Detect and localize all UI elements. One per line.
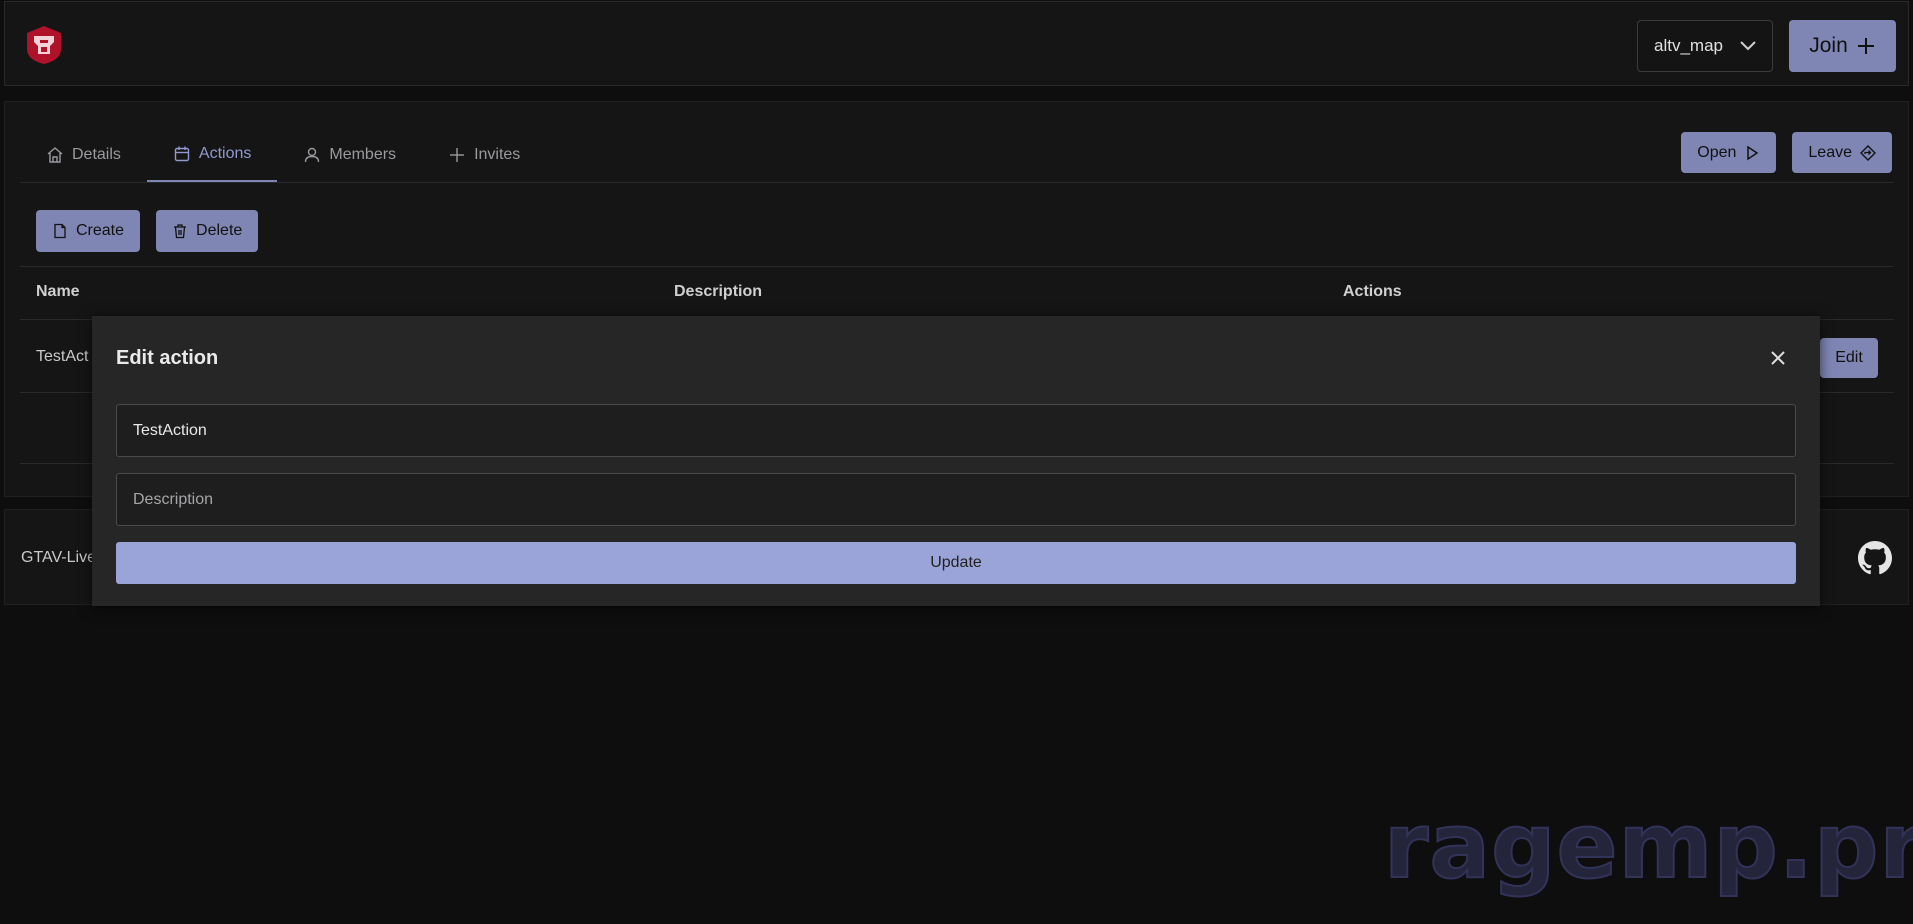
direction-sign-icon <box>1860 144 1876 161</box>
join-label: Join <box>1809 34 1848 57</box>
delete-label: Delete <box>196 222 243 239</box>
cell-name: TestAct <box>36 348 89 365</box>
tab-details[interactable]: Details <box>20 128 147 182</box>
open-label: Open <box>1697 143 1737 161</box>
table-header-row: Name Description Actions <box>20 266 1893 319</box>
open-button[interactable]: Open <box>1681 132 1777 173</box>
tab-label: Members <box>329 146 397 163</box>
leave-label: Leave <box>1808 143 1852 161</box>
plus-icon <box>450 148 465 162</box>
create-button[interactable]: Create <box>36 210 141 252</box>
top-action-buttons: Open Leave <box>1681 132 1892 173</box>
tab-actions[interactable]: Actions <box>146 128 278 182</box>
update-button[interactable]: Update <box>116 542 1796 584</box>
edit-button[interactable]: Edit <box>1820 338 1878 378</box>
footer-text: GTAV-Live <box>21 549 96 566</box>
tab-label: Invites <box>474 146 521 163</box>
github-icon[interactable] <box>1858 541 1892 575</box>
action-description-input[interactable] <box>116 473 1796 526</box>
app-header: altv_map Join <box>4 1 1909 86</box>
server-select[interactable]: altv_map <box>1637 20 1773 72</box>
home-icon <box>47 147 63 163</box>
tab-label: Details <box>72 146 121 163</box>
column-header-name: Name <box>36 283 80 300</box>
close-icon[interactable] <box>1770 350 1786 366</box>
app-logo-icon[interactable] <box>23 24 65 66</box>
tab-members[interactable]: Members <box>277 128 422 182</box>
play-icon <box>1747 145 1759 160</box>
tab-label: Actions <box>198 145 252 162</box>
modal-title: Edit action <box>116 347 219 369</box>
create-label: Create <box>76 222 125 239</box>
delete-button[interactable]: Delete <box>156 210 259 252</box>
toolbar: Create Delete <box>36 210 259 252</box>
server-select-value: altv_map <box>1654 36 1723 55</box>
tab-invites[interactable]: Invites <box>422 128 546 182</box>
column-header-actions: Actions <box>1343 283 1402 300</box>
tab-bar: Details Actions Members Invites <box>20 128 546 182</box>
plus-icon <box>1857 38 1874 54</box>
column-header-description: Description <box>674 283 763 300</box>
chevron-down-icon <box>1740 41 1756 51</box>
action-name-input[interactable] <box>116 404 1796 457</box>
tab-divider <box>20 182 1893 183</box>
trash-icon <box>174 224 187 239</box>
user-icon <box>305 147 320 163</box>
file-icon <box>54 223 66 239</box>
calendar-icon <box>174 146 190 162</box>
edit-action-modal: Edit action Update <box>92 316 1820 606</box>
join-button[interactable]: Join <box>1789 20 1896 72</box>
leave-button[interactable]: Leave <box>1792 132 1892 173</box>
watermark: ragemp.pro <box>1383 793 1913 900</box>
